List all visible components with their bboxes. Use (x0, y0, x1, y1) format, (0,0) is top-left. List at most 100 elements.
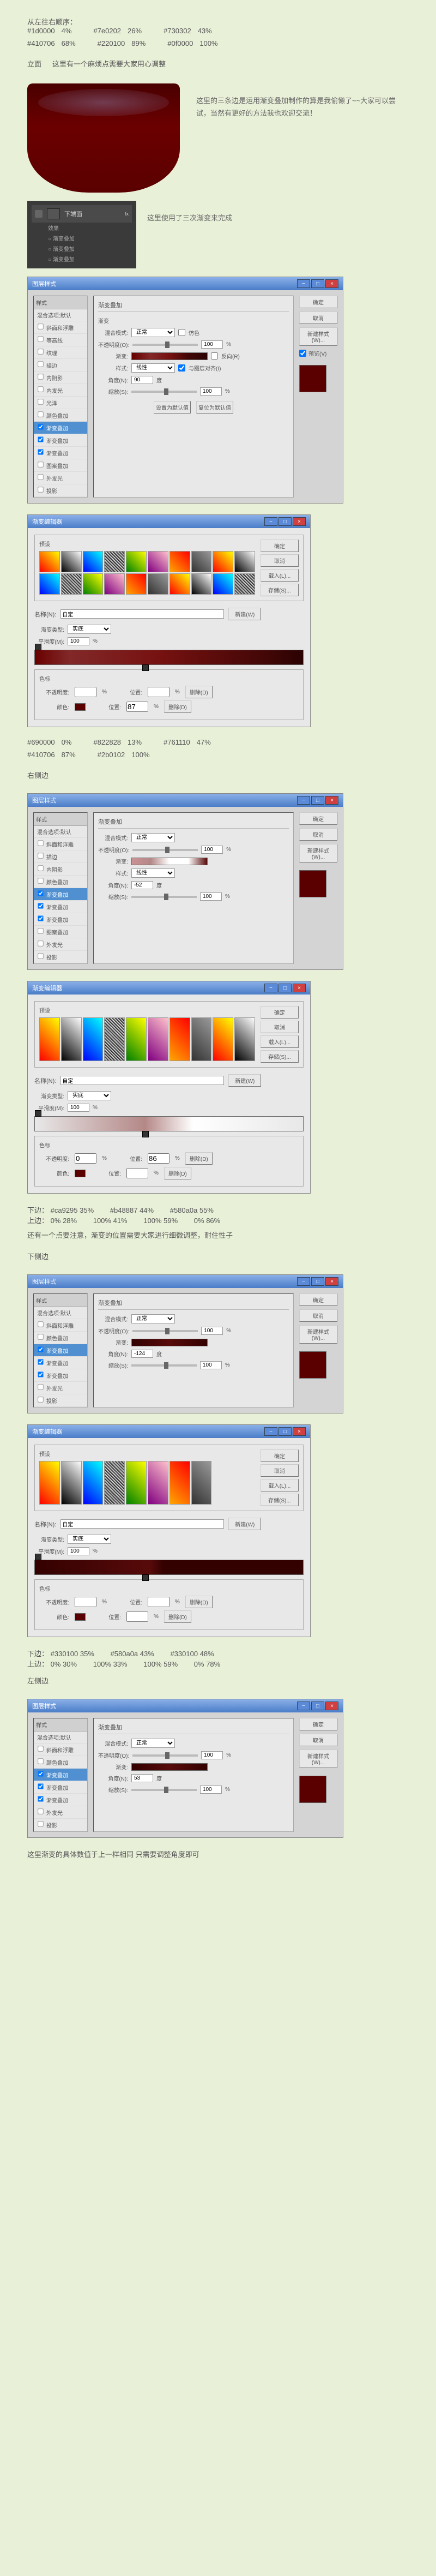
load-button[interactable]: 载入(L)... (261, 569, 299, 582)
smooth-input[interactable] (68, 637, 89, 645)
dither-checkbox[interactable] (178, 329, 185, 336)
color-row-2: #41070668% #22010089% #0f0000100% (27, 39, 409, 47)
preset-swatch[interactable] (83, 551, 104, 572)
stop-opacity-input[interactable] (75, 687, 96, 697)
minimize-icon[interactable]: − (297, 796, 310, 805)
list-item[interactable]: 混合选项:默认 (34, 309, 87, 321)
layer-style-dialog-2: 图层样式−□× 样式 混合选项:默认 斜面和浮雕 描边 内阴影 颜色叠加 渐变叠… (27, 793, 343, 970)
delete-button[interactable]: 删除(D) (185, 686, 213, 698)
preset-swatch[interactable] (191, 551, 212, 572)
layer-style-dialog: 图层样式−□× 样式 混合选项:默认 斜面和浮雕 等高线 纹理 描边 内阴影 内… (27, 277, 343, 504)
preset-swatch[interactable] (61, 573, 82, 595)
preset-swatch[interactable] (213, 551, 233, 572)
opacity-input[interactable] (201, 340, 223, 349)
section2-row1: #6900000% #82282813% #76111047% (27, 738, 409, 746)
cup-note: 这里的三条边是运用渐变叠加制作的算是我偷懒了~~大家可以尝试，当然有更好的方法我… (196, 83, 409, 120)
close-icon[interactable]: × (293, 517, 306, 526)
list-item[interactable]: 图案叠加 (34, 459, 87, 472)
preset-swatch[interactable] (148, 551, 168, 572)
style-select[interactable]: 线性 (131, 363, 175, 373)
close-icon[interactable]: × (325, 279, 338, 288)
color-position-input[interactable] (126, 702, 148, 712)
front-note: 这里有一个麻烦点需要大家用心调整 (52, 60, 166, 68)
cancel-button[interactable]: 取消 (299, 311, 337, 324)
opacity-slider[interactable] (132, 344, 198, 346)
minimize-icon[interactable]: − (264, 517, 277, 526)
reverse-checkbox[interactable] (211, 352, 218, 360)
preset-swatch[interactable] (104, 551, 125, 572)
preset-swatch[interactable] (169, 573, 190, 595)
new-button[interactable]: 新建(W) (228, 608, 261, 620)
preset-swatch[interactable] (234, 573, 255, 595)
layer-style-dialog-3: 图层样式−□× 样式 混合选项:默认 斜面和浮雕 颜色叠加 渐变叠加 渐变叠加 … (27, 1274, 343, 1413)
blend-mode-select[interactable]: 正常 (131, 328, 175, 337)
preview-swatch (299, 365, 326, 392)
list-item[interactable]: 光泽 (34, 397, 87, 409)
list-item[interactable]: 纹理 (34, 346, 87, 359)
gradient-editor-dialog-2: 渐变编辑器−□× 预设 确定取消载入(L)...存储(S)... 名称(N):新… (27, 981, 311, 1194)
maximize-icon[interactable]: □ (311, 279, 324, 288)
cancel-button[interactable]: 取消 (261, 554, 299, 567)
preset-swatch[interactable] (234, 551, 255, 572)
scale-input[interactable] (200, 387, 222, 396)
preset-swatch[interactable] (83, 573, 104, 595)
front-label: 立面 (27, 58, 41, 69)
list-item[interactable]: 描边 (34, 359, 87, 372)
set-default-button[interactable]: 设置为默认值 (154, 401, 191, 414)
restore-default-button[interactable]: 复位为默认值 (196, 401, 233, 414)
section4-bottom: 下边： #330100 35% #580a0a 43% #330100 48% (27, 1648, 409, 1658)
list-item[interactable]: 斜面和浮雕 (34, 321, 87, 334)
save-button[interactable]: 存储(S)... (261, 584, 299, 596)
preset-swatch[interactable] (104, 573, 125, 595)
minimize-icon[interactable]: − (297, 279, 310, 288)
gradient-name-input[interactable] (60, 609, 224, 619)
style-list: 样式 混合选项:默认 斜面和浮雕 等高线 纹理 描边 内阴影 内发光 光泽 颜色… (33, 296, 88, 498)
layer-style-dialog-4: 图层样式−□× 样式 混合选项:默认 斜面和浮雕 颜色叠加 渐变叠加 渐变叠加 … (27, 1699, 343, 1838)
maximize-icon[interactable]: □ (311, 796, 324, 805)
list-item[interactable]: 外发光 (34, 472, 87, 484)
preset-swatch[interactable] (39, 551, 60, 572)
footer-note: 这里渐变的具体数值于上一样相同 只需要调整角度即可 (27, 1849, 409, 1859)
gradient-type-select[interactable]: 实底 (68, 625, 111, 634)
list-item[interactable]: 渐变叠加 (34, 447, 87, 459)
preset-swatch[interactable] (61, 551, 82, 572)
section4-label: 左侧边 (27, 1675, 49, 1686)
gradient-strip[interactable] (34, 650, 304, 665)
preset-swatch[interactable] (169, 551, 190, 572)
preset-swatch[interactable] (213, 573, 233, 595)
preset-swatch[interactable] (148, 573, 168, 595)
align-checkbox[interactable] (178, 364, 185, 372)
list-item-selected[interactable]: 渐变叠加 (34, 422, 87, 434)
ok-button[interactable]: 确定 (299, 296, 337, 308)
color-chip[interactable] (75, 703, 86, 711)
list-item[interactable]: 渐变叠加 (34, 434, 87, 447)
preset-swatch[interactable] (126, 573, 147, 595)
list-item[interactable]: 投影 (34, 484, 87, 497)
cup-render (27, 83, 180, 193)
preset-swatch[interactable] (191, 573, 212, 595)
list-item[interactable]: 内阴影 (34, 372, 87, 384)
close-icon[interactable]: × (325, 796, 338, 805)
gradient-picker[interactable] (131, 352, 208, 360)
scale-slider[interactable] (131, 391, 197, 393)
list-item[interactable]: 等高线 (34, 334, 87, 346)
gradient-editor-dialog-3: 渐变编辑器−□× 预设 确定取消载入(L)...存储(S)... 名称(N):新… (27, 1424, 311, 1637)
maximize-icon[interactable]: □ (278, 517, 292, 526)
section4-top: 上边： 0% 30% 100% 33% 100% 59% 0% 78% (27, 1658, 409, 1669)
angle-input[interactable] (131, 376, 153, 384)
delete-button[interactable]: 删除(D) (164, 700, 191, 713)
gradient-editor-dialog: 渐变编辑器−□× 预设 确定 取消 载入(L)... 存储(S)... 名称(N… (27, 514, 311, 727)
list-item[interactable]: 颜色叠加 (34, 409, 87, 422)
list-item[interactable]: 内发光 (34, 384, 87, 397)
layers-panel: 下端面fx 效果 ○ 渐变叠加 ○ 渐变叠加 ○ 渐变叠加 (27, 201, 136, 268)
new-style-button[interactable]: 新建样式(W)... (299, 327, 337, 346)
preview-checkbox[interactable] (299, 350, 306, 357)
ok-button[interactable]: 确定 (261, 540, 299, 552)
stop-position-input[interactable] (148, 687, 169, 697)
preset-swatch[interactable] (39, 573, 60, 595)
eye-icon[interactable] (35, 210, 43, 218)
section2-row2: #41070687% #2b0102100% (27, 751, 409, 759)
layer-thumb[interactable] (47, 208, 60, 219)
preset-swatch[interactable] (126, 551, 147, 572)
color-row-1: #1d00004% #7e020226% #73030243% (27, 27, 409, 35)
